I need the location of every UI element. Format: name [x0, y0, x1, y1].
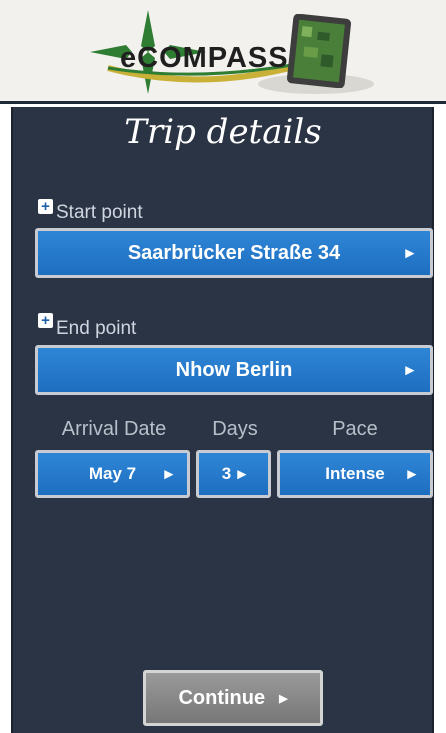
- start-point-button[interactable]: Saarbrücker Straße 34 ▶: [35, 228, 433, 278]
- pace-button[interactable]: Intense ▶: [277, 450, 433, 498]
- start-point-value: Saarbrücker Straße 34: [127, 241, 341, 264]
- page-title: Trip details: [124, 112, 322, 152]
- arrival-date-value: May 7: [88, 464, 137, 483]
- arrival-date-label: Arrival Date: [61, 418, 167, 440]
- end-point-value: Nhow Berlin: [175, 358, 293, 381]
- pace-value: Intense: [325, 464, 385, 483]
- plus-icon[interactable]: +: [38, 313, 53, 328]
- arrival-date-button[interactable]: May 7 ▶: [35, 450, 190, 498]
- start-point-label: Start point: [56, 202, 143, 223]
- continue-button[interactable]: Continue ▶: [143, 670, 323, 726]
- chevron-right-icon: ▶: [405, 247, 414, 260]
- app-header: eCOMPASS: [0, 0, 446, 104]
- days-label: Days: [212, 418, 258, 440]
- chevron-right-icon: ▶: [407, 468, 416, 481]
- plus-icon[interactable]: +: [38, 199, 53, 214]
- continue-label: Continue: [178, 686, 266, 709]
- days-value: 3: [221, 464, 232, 483]
- chevron-right-icon: ▶: [279, 692, 288, 705]
- end-point-button[interactable]: Nhow Berlin ▶: [35, 345, 433, 395]
- chevron-right-icon: ▶: [164, 468, 173, 481]
- end-point-label: End point: [56, 318, 137, 339]
- logo-text: eCOMPASS: [120, 42, 289, 74]
- days-button[interactable]: 3 ▶: [196, 450, 271, 498]
- chevron-right-icon: ▶: [405, 364, 414, 377]
- chevron-right-icon: ▶: [237, 468, 246, 481]
- app-logo: eCOMPASS: [88, 8, 378, 100]
- pace-label: Pace: [332, 418, 378, 440]
- tablet-icon: [286, 14, 352, 88]
